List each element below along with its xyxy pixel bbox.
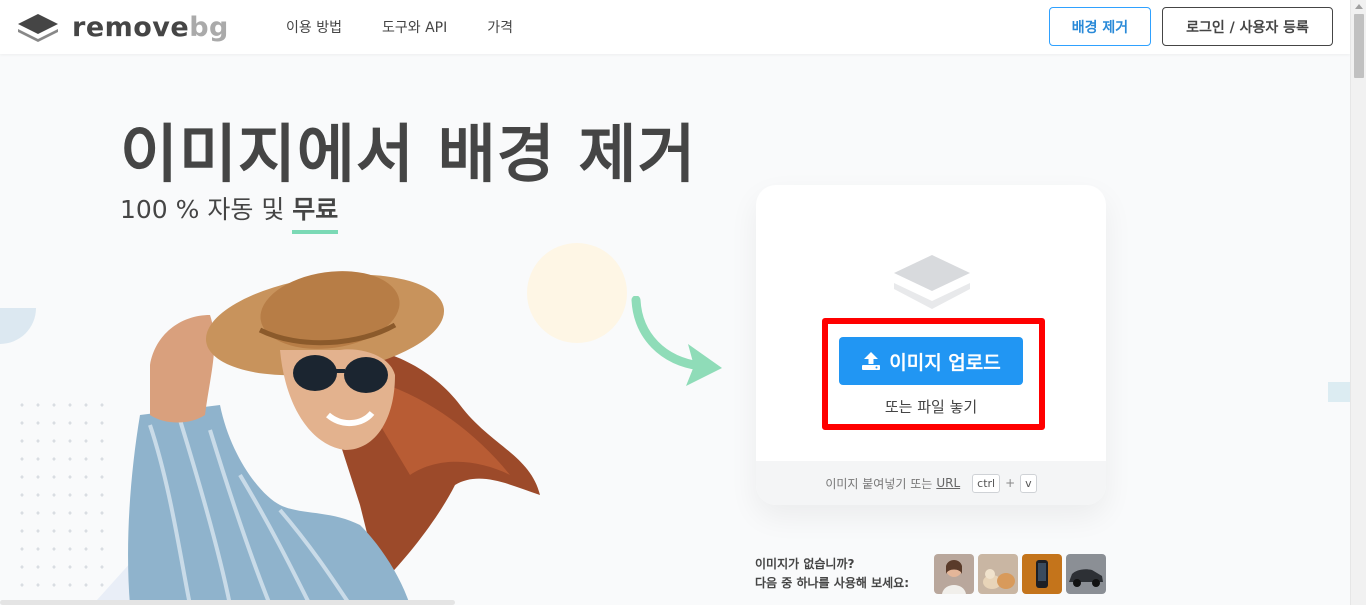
nav-item-how-to[interactable]: 이용 방법 <box>286 17 342 37</box>
url-link[interactable]: URL <box>936 476 960 490</box>
sample-thumb-car[interactable] <box>1066 554 1106 594</box>
layers-icon <box>894 255 970 309</box>
vertical-scrollbar[interactable] <box>1350 0 1366 605</box>
free-highlight: 무료 <box>292 190 339 234</box>
main-nav: 이용 방법 도구와 API 가격 <box>286 0 553 54</box>
curved-arrow-icon <box>631 296 722 386</box>
decor-quarter-circle <box>0 308 36 344</box>
layers-logo-icon <box>18 14 58 42</box>
sample-thumb-product[interactable] <box>1022 554 1062 594</box>
upload-image-button[interactable]: 이미지 업로드 <box>839 337 1023 385</box>
scrollbar-thumb[interactable] <box>1354 14 1364 78</box>
login-signup-button[interactable]: 로그인 / 사용자 등록 <box>1162 7 1333 46</box>
samples-prompt: 이미지가 없습니까? 다음 중 하나를 사용해 보세요: <box>755 557 909 590</box>
key-v: v <box>1020 473 1037 493</box>
scroll-up-icon[interactable] <box>1355 4 1363 9</box>
page-title: 이미지에서 배경 제거 <box>120 118 697 191</box>
logo[interactable]: removebg <box>16 10 229 44</box>
sample-thumb-woman[interactable] <box>934 554 974 594</box>
nav-item-tools-api[interactable]: 도구와 API <box>382 17 447 37</box>
decor-square <box>1328 382 1350 402</box>
top-header: removebg 이용 방법 도구와 API 가격 배경 제거 로그인 / 사용… <box>0 0 1350 54</box>
hero-woman-image <box>128 271 540 605</box>
paste-hint: 이미지 붙여넣기 또는 URL ctrl + v <box>756 461 1106 505</box>
page-subtitle: 100 % 자동 및 무료 <box>120 190 339 234</box>
logo-text: removebg <box>72 11 229 43</box>
nav-item-pricing[interactable]: 가격 <box>487 17 513 37</box>
remove-background-button[interactable]: 배경 제거 <box>1049 7 1151 46</box>
sample-thumb-animals[interactable] <box>978 554 1018 594</box>
horizontal-scroll-indicator <box>0 600 455 605</box>
upload-icon <box>862 352 881 370</box>
key-ctrl: ctrl <box>972 473 1001 493</box>
upload-button-label: 이미지 업로드 <box>889 351 1001 374</box>
drop-file-text: 또는 파일 놓기 <box>884 398 978 416</box>
